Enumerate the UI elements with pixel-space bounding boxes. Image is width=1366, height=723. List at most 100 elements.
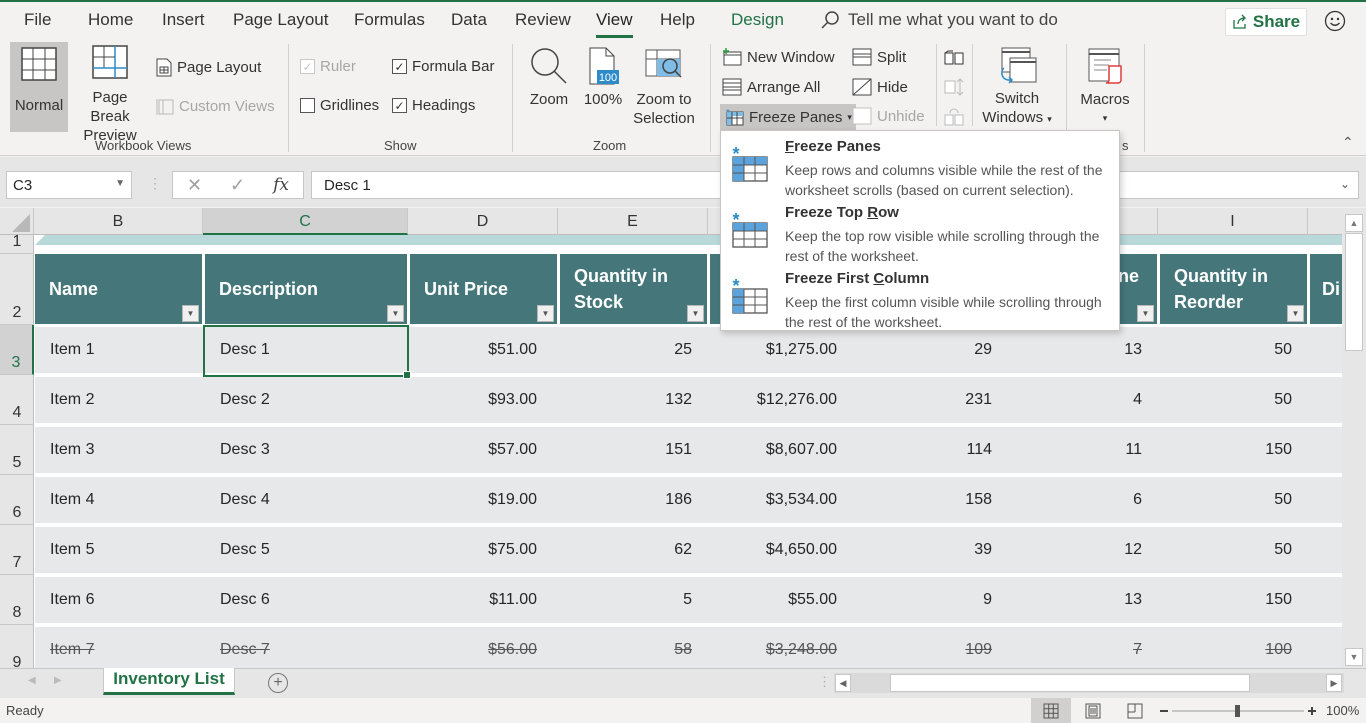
cell-price[interactable]: $11.00 <box>489 577 537 623</box>
sheet-tab-inventory-list[interactable]: Inventory List <box>103 668 235 695</box>
row-header-9[interactable]: 9 <box>0 625 34 668</box>
cell-qty[interactable]: 62 <box>674 527 692 573</box>
menu-item-freeze-first-column[interactable]: * Freeze First Column Keep the first col… <box>721 265 1119 331</box>
cell-days[interactable]: 11 <box>1125 427 1142 473</box>
cell-days[interactable]: 13 <box>1124 577 1142 623</box>
cell-reorder[interactable]: 109 <box>965 627 992 668</box>
filter-dropdown-icon[interactable]: ▼ <box>182 305 199 322</box>
cell-value[interactable]: $8,607.00 <box>766 427 837 473</box>
cell-qreorder[interactable]: 50 <box>1274 527 1292 573</box>
cell-qreorder[interactable]: 100 <box>1265 627 1292 668</box>
cell-price[interactable]: $51.00 <box>488 327 537 373</box>
freeze-panes-button[interactable]: * Freeze Panes ▾ <box>720 104 856 130</box>
cell-qreorder[interactable]: 50 <box>1274 477 1292 523</box>
filter-dropdown-icon[interactable]: ▼ <box>1137 305 1154 322</box>
tab-insert[interactable]: Insert <box>162 10 205 30</box>
tab-review[interactable]: Review <box>515 10 571 30</box>
collapse-ribbon-icon[interactable]: ⌃ <box>1342 134 1354 151</box>
cell-qreorder[interactable]: 150 <box>1265 427 1292 473</box>
cell-qty[interactable]: 132 <box>665 377 692 423</box>
cell-desc[interactable]: Desc 7 <box>220 627 270 668</box>
cell-desc[interactable]: Desc 4 <box>220 477 270 523</box>
row-header-4[interactable]: 4 <box>0 375 34 425</box>
cell-days[interactable]: 12 <box>1124 527 1142 573</box>
cell-value[interactable]: $3,534.00 <box>766 477 837 523</box>
scroll-left-icon[interactable]: ◀ <box>835 674 851 692</box>
cell-name[interactable]: Item 7 <box>50 627 94 668</box>
row-header-2[interactable]: 2 <box>0 254 34 325</box>
filter-dropdown-icon[interactable]: ▼ <box>387 305 404 322</box>
tab-split-handle[interactable]: ⋮ <box>818 674 831 690</box>
cell-desc[interactable]: Desc 1 <box>220 327 270 373</box>
cell-value[interactable]: $1,275.00 <box>766 327 837 373</box>
cell-value[interactable]: $12,276.00 <box>757 377 837 423</box>
synchronous-scrolling-icon[interactable] <box>944 78 964 96</box>
enter-icon[interactable]: ✓ <box>230 175 245 196</box>
cell-name[interactable]: Item 5 <box>50 527 94 573</box>
zoom-button[interactable]: Zoom <box>524 46 574 109</box>
cell-name[interactable]: Item 3 <box>50 427 94 473</box>
name-box-dropdown-icon[interactable]: ▼ <box>115 178 125 189</box>
cell-reorder[interactable]: 9 <box>983 577 992 623</box>
cell-name[interactable]: Item 4 <box>50 477 94 523</box>
tab-home[interactable]: Home <box>88 10 133 30</box>
cell-desc[interactable]: Desc 6 <box>220 577 270 623</box>
cell-desc[interactable]: Desc 3 <box>220 427 270 473</box>
cell-days[interactable]: 6 <box>1133 477 1142 523</box>
normal-view-status-button[interactable] <box>1031 698 1071 723</box>
arrange-all-button[interactable]: Arrange All <box>722 78 820 96</box>
filter-dropdown-icon[interactable]: ▼ <box>1287 305 1304 322</box>
cell-desc[interactable]: Desc 2 <box>220 377 270 423</box>
expand-formula-bar-icon[interactable]: ⌄ <box>1340 177 1350 191</box>
filter-dropdown-icon[interactable]: ▼ <box>537 305 554 322</box>
cell-reorder[interactable]: 39 <box>974 527 992 573</box>
next-sheet-icon[interactable]: ▶ <box>54 675 62 686</box>
formula-bar-checkbox[interactable]: ✓ Formula Bar <box>392 58 495 75</box>
add-sheet-icon[interactable]: + <box>268 673 288 693</box>
cell-qty[interactable]: 186 <box>665 477 692 523</box>
cell-qreorder[interactable]: 150 <box>1265 577 1292 623</box>
cell-qty[interactable]: 25 <box>674 327 692 373</box>
row-header-3[interactable]: 3 <box>0 325 34 375</box>
scroll-up-icon[interactable]: ▲ <box>1345 214 1363 232</box>
cell-price[interactable]: $57.00 <box>488 427 537 473</box>
cell-reorder[interactable]: 29 <box>974 327 992 373</box>
vertical-scrollbar[interactable]: ▲ ▼ <box>1342 208 1366 668</box>
tab-design[interactable]: Design <box>731 10 784 30</box>
row-header-5[interactable]: 5 <box>0 425 34 475</box>
page-break-status-button[interactable] <box>1115 698 1155 723</box>
horizontal-scroll-thumb[interactable] <box>890 674 1250 692</box>
cell-qty[interactable]: 58 <box>674 627 692 668</box>
row-header-6[interactable]: 6 <box>0 475 34 525</box>
row-header-8[interactable]: 8 <box>0 575 34 625</box>
cell-price[interactable]: $19.00 <box>488 477 537 523</box>
cell-reorder[interactable]: 231 <box>965 377 992 423</box>
column-header-i[interactable]: I <box>1158 208 1308 235</box>
zoom-100-button[interactable]: 100 100% <box>580 46 626 109</box>
feedback-smiley-icon[interactable] <box>1324 10 1346 32</box>
menu-item-freeze-panes[interactable]: * Freeze Panes Keep rows and columns vis… <box>721 133 1119 199</box>
zoom-level[interactable]: 100% <box>1326 703 1359 718</box>
cell-value[interactable]: $55.00 <box>788 577 837 623</box>
reset-window-position-icon[interactable] <box>944 108 964 126</box>
tab-data[interactable]: Data <box>451 10 487 30</box>
cell-days[interactable]: 4 <box>1133 377 1142 423</box>
tab-formulas[interactable]: Formulas <box>354 10 425 30</box>
macros-button[interactable]: Macros ▾ <box>1076 46 1134 128</box>
cell-price[interactable]: $56.00 <box>488 627 537 668</box>
cell-reorder[interactable]: 114 <box>966 427 992 473</box>
select-all-button[interactable] <box>0 208 34 235</box>
cell-name[interactable]: Item 1 <box>50 327 94 373</box>
vertical-scroll-thumb[interactable] <box>1345 233 1363 351</box>
tab-view[interactable]: View <box>596 10 633 38</box>
zoom-slider[interactable] <box>1158 703 1318 719</box>
cell-value[interactable]: $4,650.00 <box>766 527 837 573</box>
cell-price[interactable]: $93.00 <box>488 377 537 423</box>
filter-dropdown-icon[interactable]: ▼ <box>687 305 704 322</box>
gridlines-checkbox[interactable]: Gridlines <box>300 97 379 114</box>
column-header-c[interactable]: C <box>203 208 408 235</box>
view-side-by-side-icon[interactable] <box>944 50 964 66</box>
switch-windows-button[interactable]: Switch Windows ▾ <box>980 46 1054 129</box>
tab-help[interactable]: Help <box>660 10 695 30</box>
menu-item-freeze-top-row[interactable]: * Freeze Top Row Keep the top row visibl… <box>721 199 1119 265</box>
